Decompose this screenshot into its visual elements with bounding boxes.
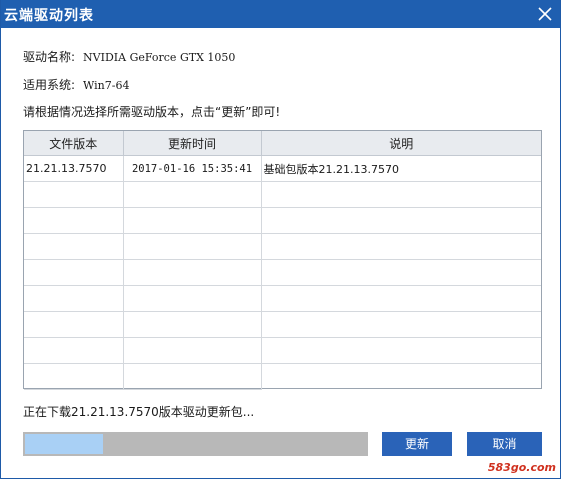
table-row-empty bbox=[24, 311, 541, 338]
table-row-empty bbox=[24, 363, 541, 390]
cell-file-version: 21.21.13.7570 bbox=[24, 155, 124, 182]
table-row-empty bbox=[24, 181, 541, 208]
download-progress-bar bbox=[23, 432, 368, 456]
table-row-empty bbox=[24, 285, 541, 312]
cell-description: 基础包版本21.21.13.7570 bbox=[261, 155, 541, 182]
table-header-row: 文件版本 更新时间 说明 bbox=[24, 131, 541, 156]
column-header-update-time[interactable]: 更新时间 bbox=[123, 131, 262, 156]
driver-name-label: 驱动名称: bbox=[23, 50, 76, 64]
system-label: 适用系统: bbox=[23, 78, 76, 92]
update-button[interactable]: 更新 bbox=[382, 432, 452, 456]
close-icon[interactable] bbox=[534, 3, 556, 25]
watermark: 583go.com bbox=[476, 434, 556, 474]
download-status-text: 正在下载21.21.13.7570版本驱动更新包... bbox=[23, 405, 255, 419]
watermark-text: 583go.com bbox=[487, 461, 556, 474]
system-value: Win7-64 bbox=[83, 79, 130, 92]
driver-name-row: 驱动名称: NVIDIA GeForce GTX 1050 bbox=[23, 48, 235, 65]
column-header-file-version[interactable]: 文件版本 bbox=[24, 131, 124, 156]
table-row-empty bbox=[24, 207, 541, 234]
driver-list-dialog: 云端驱动列表 驱动名称: NVIDIA GeForce GTX 1050 适用系统… bbox=[0, 0, 561, 479]
table-row-empty bbox=[24, 337, 541, 364]
progress-fill bbox=[25, 434, 103, 454]
system-row: 适用系统: Win7-64 bbox=[23, 76, 129, 93]
table-row[interactable]: 21.21.13.7570 2017-01-16 15:35:41 基础包版本2… bbox=[24, 155, 541, 182]
table-row-empty bbox=[24, 233, 541, 260]
instruction-text: 请根据情况选择所需驱动版本，点击“更新”即可! bbox=[23, 105, 281, 119]
table-row-empty bbox=[24, 259, 541, 286]
dialog-title: 云端驱动列表 bbox=[4, 8, 94, 24]
cell-update-time: 2017-01-16 15:35:41 bbox=[123, 155, 262, 182]
driver-name-value: NVIDIA GeForce GTX 1050 bbox=[83, 51, 236, 64]
title-bar: 云端驱动列表 bbox=[1, 0, 560, 28]
driver-version-table: 文件版本 更新时间 说明 21.21.13.7570 2017-01-16 15… bbox=[23, 130, 542, 390]
column-header-description[interactable]: 说明 bbox=[261, 131, 541, 156]
